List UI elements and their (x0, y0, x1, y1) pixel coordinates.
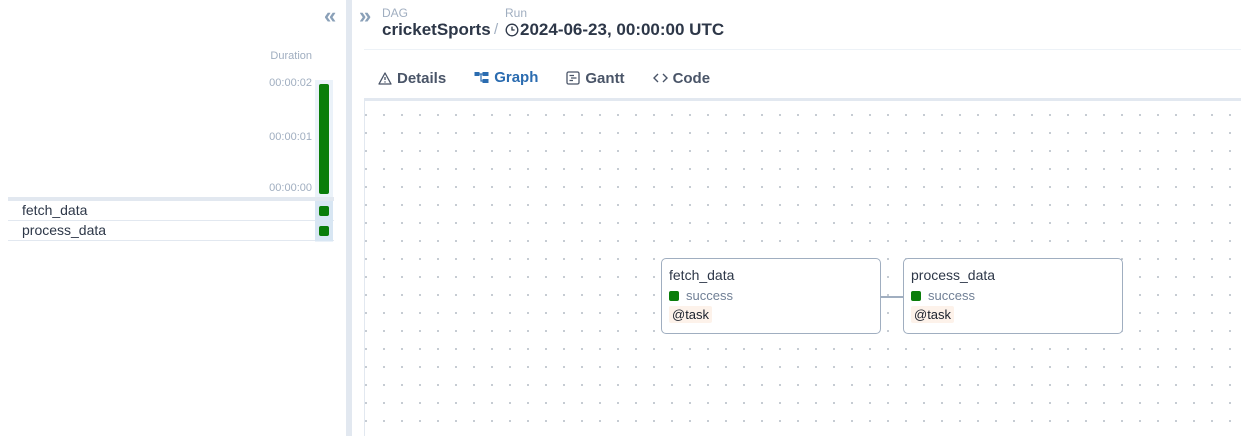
graph-icon (474, 71, 489, 84)
graph-edge (881, 296, 903, 298)
task-instance-cell[interactable] (315, 201, 333, 221)
success-status-square (319, 206, 329, 216)
tab-label: Details (397, 69, 447, 87)
duration-tick: 00:00:02 (269, 77, 312, 89)
tab-gantt[interactable]: Gantt (552, 56, 638, 100)
details-panel: » DAG cricketSports / Run 2024-06-23, 00… (352, 0, 1241, 436)
run-duration-bar[interactable] (319, 84, 329, 194)
breadcrumb-run-label: Run (505, 6, 528, 20)
collapse-grid-icon[interactable]: « (324, 5, 336, 27)
tab-label: Graph (494, 68, 539, 86)
graph-canvas[interactable]: fetch_data success @task process_data su… (364, 101, 1241, 436)
gantt-icon (566, 71, 581, 85)
breadcrumb-dag-name[interactable]: cricketSports (382, 20, 491, 40)
duration-tick: 00:00:01 (269, 131, 312, 143)
success-status-square (669, 290, 679, 301)
tab-bar: Details Graph Gantt Code (364, 56, 724, 100)
task-row[interactable]: process_data (8, 221, 334, 241)
node-operator-badge: @task (911, 306, 955, 323)
node-status: success (669, 288, 733, 303)
node-task-name: process_data (911, 267, 996, 283)
node-task-name: fetch_data (669, 267, 735, 283)
task-row[interactable]: fetch_data (8, 201, 334, 221)
node-status: success (911, 288, 975, 303)
tab-label: Gantt (585, 69, 625, 87)
expand-panel-icon[interactable]: » (359, 5, 371, 27)
success-status-square (911, 290, 921, 301)
task-name: process_data (22, 222, 107, 238)
tab-code[interactable]: Code (639, 56, 725, 100)
breadcrumb-dag-label: DAG (382, 6, 409, 20)
task-instance-cell[interactable] (315, 221, 333, 241)
graph-node-process-data[interactable]: process_data success @task (903, 258, 1123, 334)
breadcrumb-separator: / (494, 21, 499, 38)
graph-node-fetch-data[interactable]: fetch_data success @task (661, 258, 881, 334)
duration-label: Duration (270, 50, 312, 62)
node-status-label: success (686, 288, 733, 303)
header-divider (364, 49, 1241, 50)
node-operator-badge: @task (669, 306, 713, 323)
node-status-label: success (928, 288, 975, 303)
warning-triangle-icon (378, 71, 392, 85)
code-icon (652, 72, 668, 84)
clock-icon (505, 23, 519, 37)
breadcrumb-run[interactable]: 2024-06-23, 00:00:00 UTC (505, 20, 724, 40)
tab-details[interactable]: Details (364, 56, 460, 100)
tab-label: Code (672, 69, 711, 87)
run-id: 2024-06-23, 00:00:00 UTC (520, 20, 725, 39)
grid-panel: « Duration 00:00:02 00:00:01 00:00:00 fe… (0, 0, 346, 436)
duration-tick: 00:00:00 (269, 182, 312, 194)
tab-graph[interactable]: Graph (460, 56, 553, 100)
success-status-square (319, 226, 329, 236)
task-name: fetch_data (22, 202, 88, 218)
